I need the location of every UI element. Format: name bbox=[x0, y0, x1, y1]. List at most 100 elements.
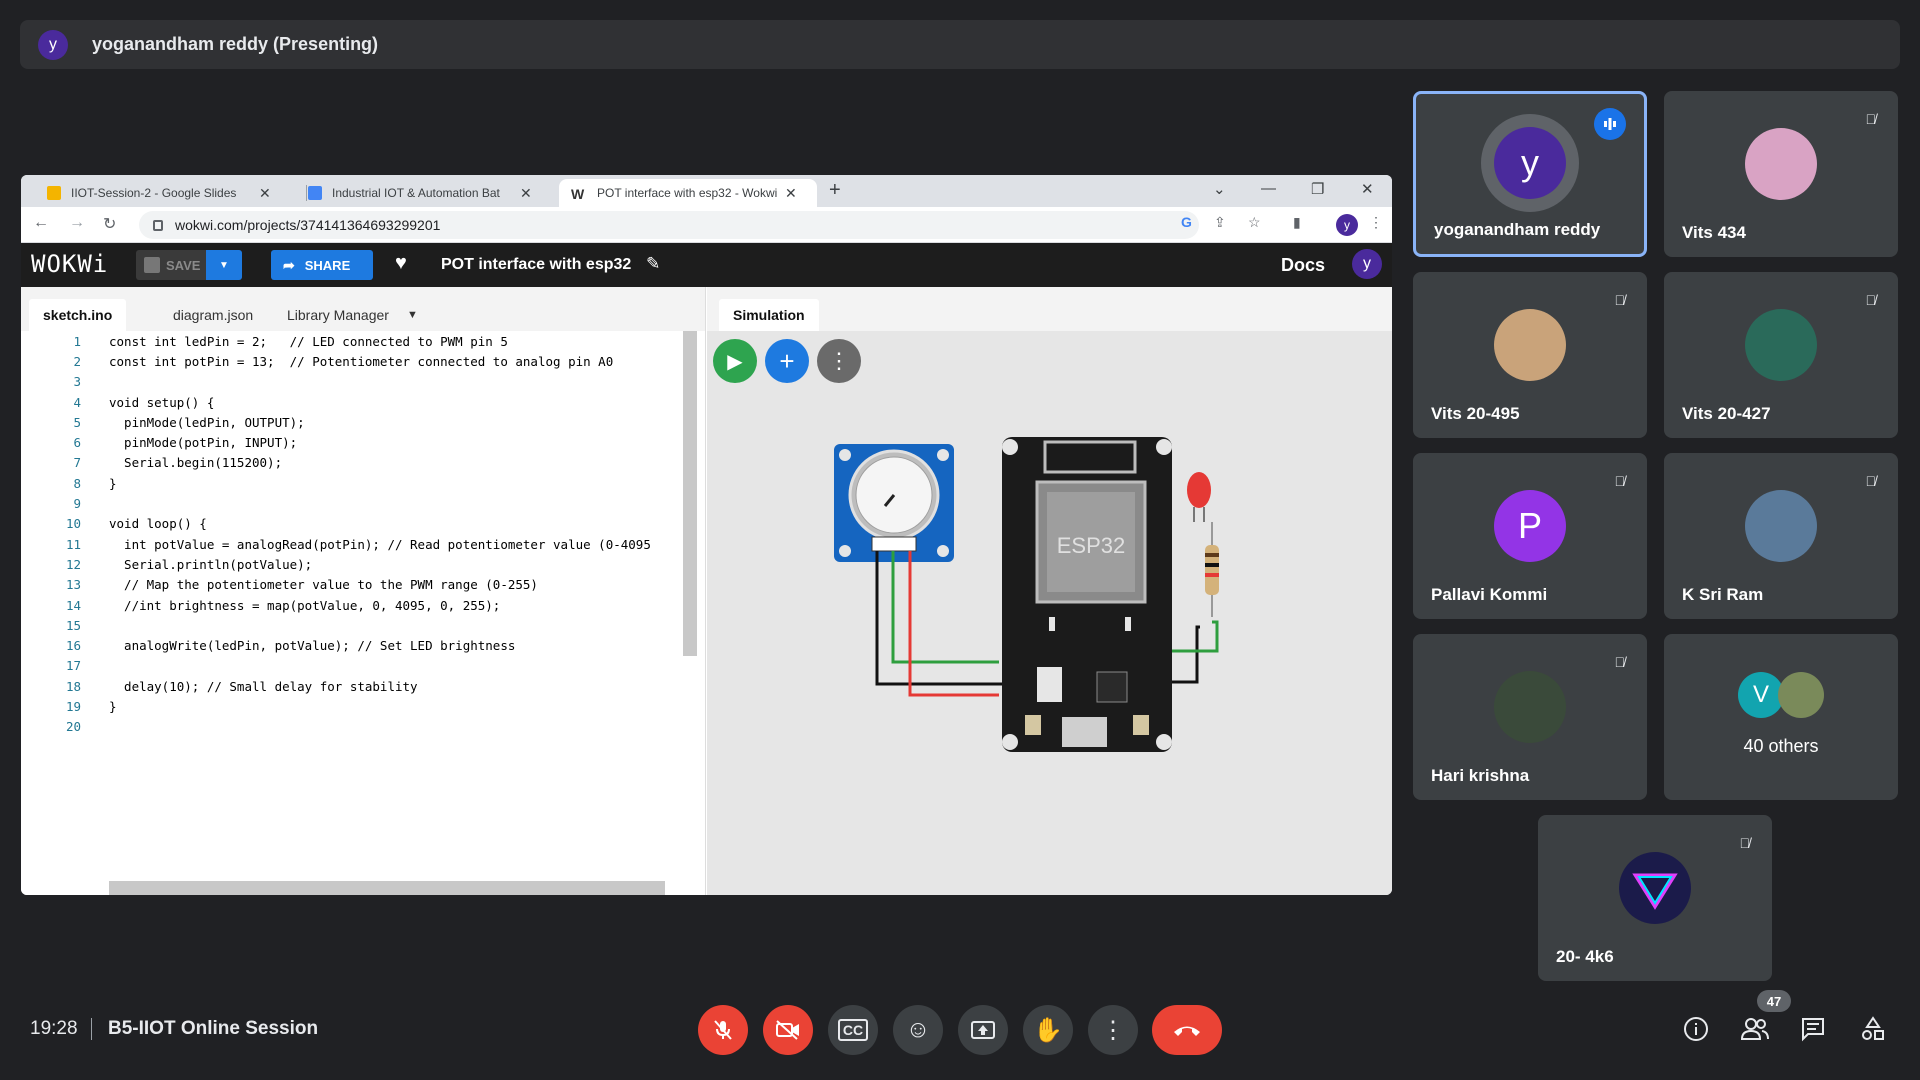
share-button[interactable]: ➦ SHARE bbox=[271, 250, 373, 280]
close-window-icon[interactable]: ✕ bbox=[1361, 180, 1374, 198]
code-line[interactable]: 7 Serial.begin(115200); bbox=[21, 453, 701, 473]
editor-vertical-scrollbar[interactable] bbox=[683, 331, 697, 656]
camera-toggle-button[interactable] bbox=[763, 1005, 813, 1055]
like-heart-icon[interactable]: ♥ bbox=[395, 252, 407, 275]
code-line[interactable]: 17 bbox=[21, 656, 701, 676]
tab-search-icon[interactable]: ⌄ bbox=[1213, 180, 1226, 198]
raise-hand-button[interactable]: ✋ bbox=[1023, 1005, 1073, 1055]
code-line[interactable]: 10 void loop() { bbox=[21, 514, 701, 534]
minimize-icon[interactable]: — bbox=[1261, 180, 1276, 197]
participant-tile-vits20-427[interactable]: 🎙̸ Vits 20-427 bbox=[1664, 272, 1898, 438]
resistor[interactable] bbox=[1205, 522, 1219, 617]
tab-sketch-ino[interactable]: sketch.ino bbox=[29, 299, 127, 331]
browser-profile-avatar[interactable]: y bbox=[1336, 214, 1358, 236]
mic-off-icon: 🎙̸ bbox=[1865, 111, 1877, 127]
back-icon[interactable]: ← bbox=[33, 214, 49, 232]
presenter-bar: y yoganandham reddy (Presenting) bbox=[20, 20, 1900, 69]
line-number: 13 bbox=[65, 577, 81, 593]
editor-tabs-dropdown-icon[interactable]: ▼ bbox=[393, 299, 432, 331]
led[interactable] bbox=[1187, 472, 1211, 522]
code-line[interactable]: 12 Serial.println(potValue); bbox=[21, 554, 701, 574]
save-dropdown-icon[interactable]: ▼ bbox=[206, 250, 242, 280]
participant-name: yoganandham reddy bbox=[1434, 220, 1601, 239]
line-number: 18 bbox=[65, 678, 81, 694]
participant-tile-pallavi[interactable]: 🎙̸ P Pallavi Kommi bbox=[1413, 453, 1647, 619]
wokwi-logo[interactable]: WOKWi bbox=[31, 250, 108, 278]
captions-button[interactable]: CC bbox=[828, 1005, 878, 1055]
participant-tile-yoganandham[interactable]: y yoganandham reddy bbox=[1413, 91, 1647, 257]
sidepanel-icon[interactable]: ▮ bbox=[1293, 214, 1301, 231]
bookmark-star-icon[interactable]: ☆ bbox=[1248, 214, 1261, 231]
close-tab-icon[interactable]: ✕ bbox=[785, 185, 797, 202]
code-line[interactable]: 11 int potValue = analogRead(potPin); //… bbox=[21, 534, 701, 554]
participant-tile-others[interactable]: V 40 others bbox=[1664, 634, 1898, 800]
line-number: 4 bbox=[73, 394, 81, 410]
reactions-button[interactable]: ☺ bbox=[893, 1005, 943, 1055]
participant-tile-vits434[interactable]: 🎙̸ Vits 434 bbox=[1664, 91, 1898, 257]
participant-tile-harikrishna[interactable]: 🎙̸ Hari krishna bbox=[1413, 634, 1647, 800]
browser-tab-classroom[interactable]: Industrial IOT & Automation Bat ✕ bbox=[296, 179, 558, 207]
code-line[interactable]: 13 // Map the potentiometer value to the… bbox=[21, 575, 701, 595]
code-text: } bbox=[109, 475, 117, 491]
code-line[interactable]: 4 void setup() { bbox=[21, 392, 701, 412]
code-text: const int ledPin = 2; // LED connected t… bbox=[109, 333, 508, 349]
people-icon[interactable] bbox=[1740, 1016, 1770, 1048]
code-line[interactable]: 1 const int ledPin = 2; // LED connected … bbox=[21, 331, 701, 351]
code-line[interactable]: 16 analogWrite(ledPin, potValue); // Set… bbox=[21, 635, 701, 655]
share-page-icon[interactable]: ⇪ bbox=[1214, 214, 1226, 231]
mic-off-icon: 🎙̸ bbox=[1865, 473, 1877, 489]
meeting-name: B5-IIOT Online Session bbox=[108, 1018, 319, 1039]
meeting-info-icon[interactable] bbox=[1683, 1016, 1709, 1048]
forward-icon[interactable]: → bbox=[69, 214, 85, 232]
circuit-diagram[interactable]: ESP32 bbox=[707, 287, 1392, 895]
chat-icon[interactable] bbox=[1800, 1016, 1826, 1048]
line-number: 15 bbox=[65, 617, 81, 633]
participant-tile-vits20-495[interactable]: 🎙̸ Vits 20-495 bbox=[1413, 272, 1647, 438]
code-area[interactable]: 1 const int ledPin = 2; // LED connected … bbox=[21, 331, 701, 737]
browser-tab-slides[interactable]: IIOT-Session-2 - Google Slides ✕ bbox=[35, 179, 295, 207]
close-tab-icon[interactable]: ✕ bbox=[520, 185, 532, 202]
activities-icon[interactable] bbox=[1860, 1016, 1886, 1048]
more-options-button[interactable]: ⋮ bbox=[1088, 1005, 1138, 1055]
code-line[interactable]: 18 delay(10); // Small delay for stabili… bbox=[21, 676, 701, 696]
code-line[interactable]: 15 bbox=[21, 615, 701, 635]
code-line[interactable]: 9 bbox=[21, 493, 701, 513]
google-icon[interactable]: G bbox=[1181, 214, 1192, 230]
code-text: pinMode(potPin, INPUT); bbox=[109, 435, 298, 451]
camera-off-icon bbox=[776, 1020, 799, 1040]
wokwi-profile-avatar[interactable]: y bbox=[1352, 249, 1382, 279]
code-line[interactable]: 20 bbox=[21, 717, 701, 737]
tab-library-manager[interactable]: Library Manager bbox=[273, 299, 403, 331]
url-bar[interactable]: wokwi.com/projects/374141364693299201 bbox=[139, 211, 1199, 239]
reload-icon[interactable]: ↻ bbox=[103, 214, 116, 234]
editor-horizontal-scrollbar[interactable] bbox=[109, 881, 665, 895]
code-line[interactable]: 14 //int brightness = map(potValue, 0, 4… bbox=[21, 595, 701, 615]
docs-link[interactable]: Docs bbox=[1281, 255, 1325, 276]
code-line[interactable]: 5 pinMode(ledPin, OUTPUT); bbox=[21, 412, 701, 432]
participant-name: Vits 20-495 bbox=[1431, 404, 1520, 423]
mic-toggle-button[interactable] bbox=[698, 1005, 748, 1055]
participant-tile-20-4k6[interactable]: 🎙̸ 20- 4k6 bbox=[1538, 815, 1772, 981]
code-line[interactable]: 19} bbox=[21, 696, 701, 716]
avatar: y bbox=[1494, 127, 1566, 199]
browser-tab-wokwi[interactable]: W POT interface with esp32 - Wokwi ✕ bbox=[559, 179, 817, 207]
avatar bbox=[1778, 672, 1824, 718]
participant-tile-ksriram[interactable]: 🎙̸ K Sri Ram bbox=[1664, 453, 1898, 619]
wokwi-toolbar: WOKWi SAVE ▼ ➦ SHARE ♥ POT interface wit… bbox=[21, 243, 1392, 287]
edit-title-icon[interactable]: ✎ bbox=[646, 254, 660, 274]
restore-icon[interactable]: ❐ bbox=[1311, 180, 1324, 198]
new-tab-icon[interactable]: + bbox=[829, 179, 841, 202]
tab-diagram-json[interactable]: diagram.json bbox=[159, 299, 267, 331]
esp32-board[interactable] bbox=[1002, 437, 1172, 752]
code-line[interactable]: 3 bbox=[21, 372, 701, 392]
code-line[interactable]: 2 const int potPin = 13; // Potentiometer… bbox=[21, 351, 701, 371]
save-button[interactable]: SAVE ▼ bbox=[136, 250, 242, 280]
code-line[interactable]: 8} bbox=[21, 473, 701, 493]
leave-call-button[interactable] bbox=[1152, 1005, 1222, 1055]
present-button[interactable] bbox=[958, 1005, 1008, 1055]
close-tab-icon[interactable]: ✕ bbox=[259, 185, 271, 202]
code-line[interactable]: 6 pinMode(potPin, INPUT); bbox=[21, 432, 701, 452]
tab-title: Industrial IOT & Automation Bat bbox=[332, 186, 500, 200]
potentiometer[interactable] bbox=[834, 444, 954, 562]
browser-menu-icon[interactable]: ⋮ bbox=[1369, 214, 1383, 231]
